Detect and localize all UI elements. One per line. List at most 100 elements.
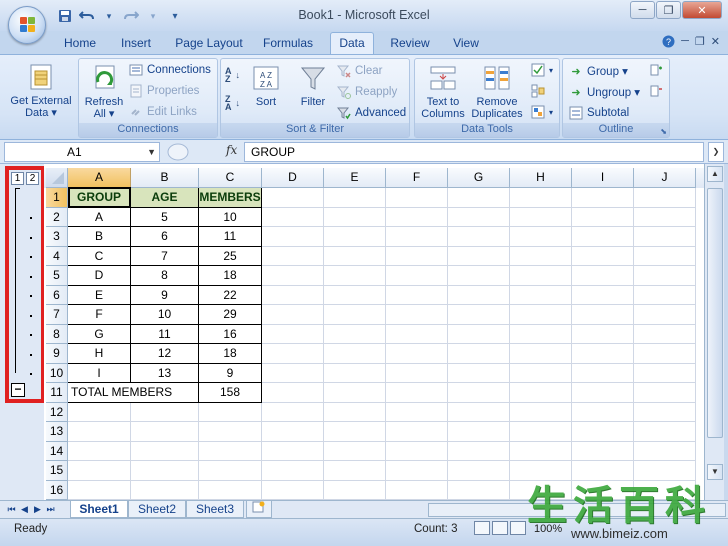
table-cell[interactable]: 10 bbox=[199, 207, 262, 227]
table-cell[interactable] bbox=[634, 246, 696, 266]
table-cell[interactable] bbox=[262, 207, 324, 227]
undo-icon[interactable] bbox=[78, 7, 96, 25]
sheet-tab-sheet2[interactable]: Sheet2 bbox=[128, 501, 186, 518]
table-cell[interactable] bbox=[448, 324, 510, 344]
table-cell[interactable]: 18 bbox=[199, 344, 262, 364]
table-cell[interactable] bbox=[262, 188, 324, 208]
table-cell[interactable] bbox=[572, 402, 634, 422]
table-cell[interactable]: 16 bbox=[199, 324, 262, 344]
row-header[interactable]: 6 bbox=[46, 285, 68, 305]
table-cell[interactable] bbox=[386, 324, 448, 344]
table-cell[interactable] bbox=[386, 422, 448, 442]
table-cell[interactable] bbox=[572, 285, 634, 305]
filter-button[interactable]: Filter bbox=[295, 63, 331, 108]
normal-view-icon[interactable] bbox=[474, 521, 490, 535]
office-button[interactable] bbox=[8, 6, 46, 44]
table-cell[interactable] bbox=[572, 441, 634, 461]
table-cell[interactable]: 7 bbox=[131, 246, 199, 266]
table-cell[interactable] bbox=[324, 227, 386, 247]
subtotal-button[interactable]: Subtotal bbox=[569, 106, 629, 120]
last-sheet-icon[interactable]: ⏭ bbox=[45, 503, 56, 516]
row-header[interactable]: 16 bbox=[46, 480, 68, 500]
advanced-button[interactable]: Advanced bbox=[337, 106, 406, 120]
ribbon-close-icon[interactable]: ✕ bbox=[711, 35, 720, 51]
table-cell[interactable] bbox=[510, 246, 572, 266]
table-cell[interactable]: 8 bbox=[131, 266, 199, 286]
table-cell[interactable]: 12 bbox=[131, 344, 199, 364]
next-sheet-icon[interactable]: ▶ bbox=[32, 503, 43, 516]
row-header[interactable]: 5 bbox=[46, 266, 68, 286]
insert-function-button[interactable]: fx bbox=[226, 143, 237, 157]
minimize-button[interactable]: ─ bbox=[630, 1, 655, 19]
table-cell[interactable] bbox=[386, 188, 448, 208]
undo-dropdown-icon[interactable]: ▾ bbox=[100, 7, 118, 25]
table-cell[interactable] bbox=[324, 441, 386, 461]
table-cell[interactable] bbox=[572, 188, 634, 208]
show-detail-button[interactable] bbox=[649, 63, 663, 77]
table-cell[interactable] bbox=[510, 188, 572, 208]
table-cell[interactable] bbox=[131, 422, 199, 442]
remove-duplicates-button[interactable]: Remove Duplicates bbox=[469, 63, 525, 120]
scroll-up-icon[interactable]: ▲ bbox=[707, 166, 723, 182]
page-layout-view-icon[interactable] bbox=[492, 521, 508, 535]
table-cell[interactable] bbox=[68, 461, 131, 481]
table-cell[interactable] bbox=[324, 422, 386, 442]
table-cell[interactable] bbox=[324, 344, 386, 364]
row-header[interactable]: 13 bbox=[46, 422, 68, 442]
table-cell[interactable] bbox=[572, 324, 634, 344]
table-cell[interactable] bbox=[262, 422, 324, 442]
column-header[interactable]: F bbox=[386, 168, 448, 188]
zoom-level[interactable]: 100% bbox=[534, 523, 562, 535]
row-header[interactable]: 12 bbox=[46, 402, 68, 422]
table-cell[interactable] bbox=[572, 266, 634, 286]
table-cell[interactable] bbox=[634, 422, 696, 442]
row-header[interactable]: 4 bbox=[46, 246, 68, 266]
table-cell[interactable] bbox=[131, 402, 199, 422]
row-header[interactable]: 2 bbox=[46, 207, 68, 227]
table-cell[interactable] bbox=[262, 461, 324, 481]
tab-page-layout[interactable]: Page Layout bbox=[172, 35, 246, 54]
table-cell[interactable] bbox=[262, 227, 324, 247]
row-header[interactable]: 1 bbox=[46, 188, 68, 208]
table-cell[interactable] bbox=[324, 188, 386, 208]
column-header[interactable]: D bbox=[262, 168, 324, 188]
table-cell[interactable] bbox=[324, 305, 386, 325]
column-header[interactable]: C bbox=[199, 168, 262, 188]
tab-formulas[interactable]: Formulas bbox=[258, 35, 318, 54]
table-cell[interactable]: 9 bbox=[199, 363, 262, 383]
table-cell[interactable] bbox=[262, 441, 324, 461]
table-cell[interactable] bbox=[131, 480, 199, 500]
table-cell[interactable]: 18 bbox=[199, 266, 262, 286]
table-cell[interactable]: B bbox=[68, 227, 131, 247]
table-cell[interactable] bbox=[510, 285, 572, 305]
tab-data[interactable]: Data bbox=[330, 32, 374, 54]
table-cell[interactable]: E bbox=[68, 285, 131, 305]
table-cell[interactable] bbox=[324, 461, 386, 481]
table-cell[interactable] bbox=[262, 344, 324, 364]
table-cell[interactable] bbox=[634, 441, 696, 461]
table-cell[interactable] bbox=[448, 422, 510, 442]
prev-sheet-icon[interactable]: ◀ bbox=[19, 503, 30, 516]
table-cell[interactable] bbox=[510, 441, 572, 461]
tab-home[interactable]: Home bbox=[58, 35, 102, 54]
table-cell[interactable] bbox=[572, 305, 634, 325]
table-cell[interactable]: 9 bbox=[131, 285, 199, 305]
table-cell[interactable] bbox=[634, 227, 696, 247]
table-cell[interactable] bbox=[199, 422, 262, 442]
table-cell[interactable] bbox=[386, 266, 448, 286]
column-header[interactable]: E bbox=[324, 168, 386, 188]
table-cell[interactable] bbox=[131, 461, 199, 481]
row-header[interactable]: 10 bbox=[46, 363, 68, 383]
table-cell[interactable] bbox=[448, 285, 510, 305]
table-cell[interactable] bbox=[324, 324, 386, 344]
table-cell[interactable] bbox=[634, 402, 696, 422]
table-cell[interactable] bbox=[510, 383, 572, 403]
table-cell[interactable] bbox=[262, 480, 324, 500]
table-cell[interactable] bbox=[199, 461, 262, 481]
table-cell[interactable] bbox=[634, 266, 696, 286]
table-cell[interactable] bbox=[448, 188, 510, 208]
refresh-all-button[interactable]: Refresh All ▾ bbox=[81, 63, 127, 120]
table-cell[interactable] bbox=[386, 344, 448, 364]
table-cell[interactable] bbox=[199, 402, 262, 422]
vertical-scrollbar[interactable]: ▲ ▼ bbox=[704, 164, 724, 500]
